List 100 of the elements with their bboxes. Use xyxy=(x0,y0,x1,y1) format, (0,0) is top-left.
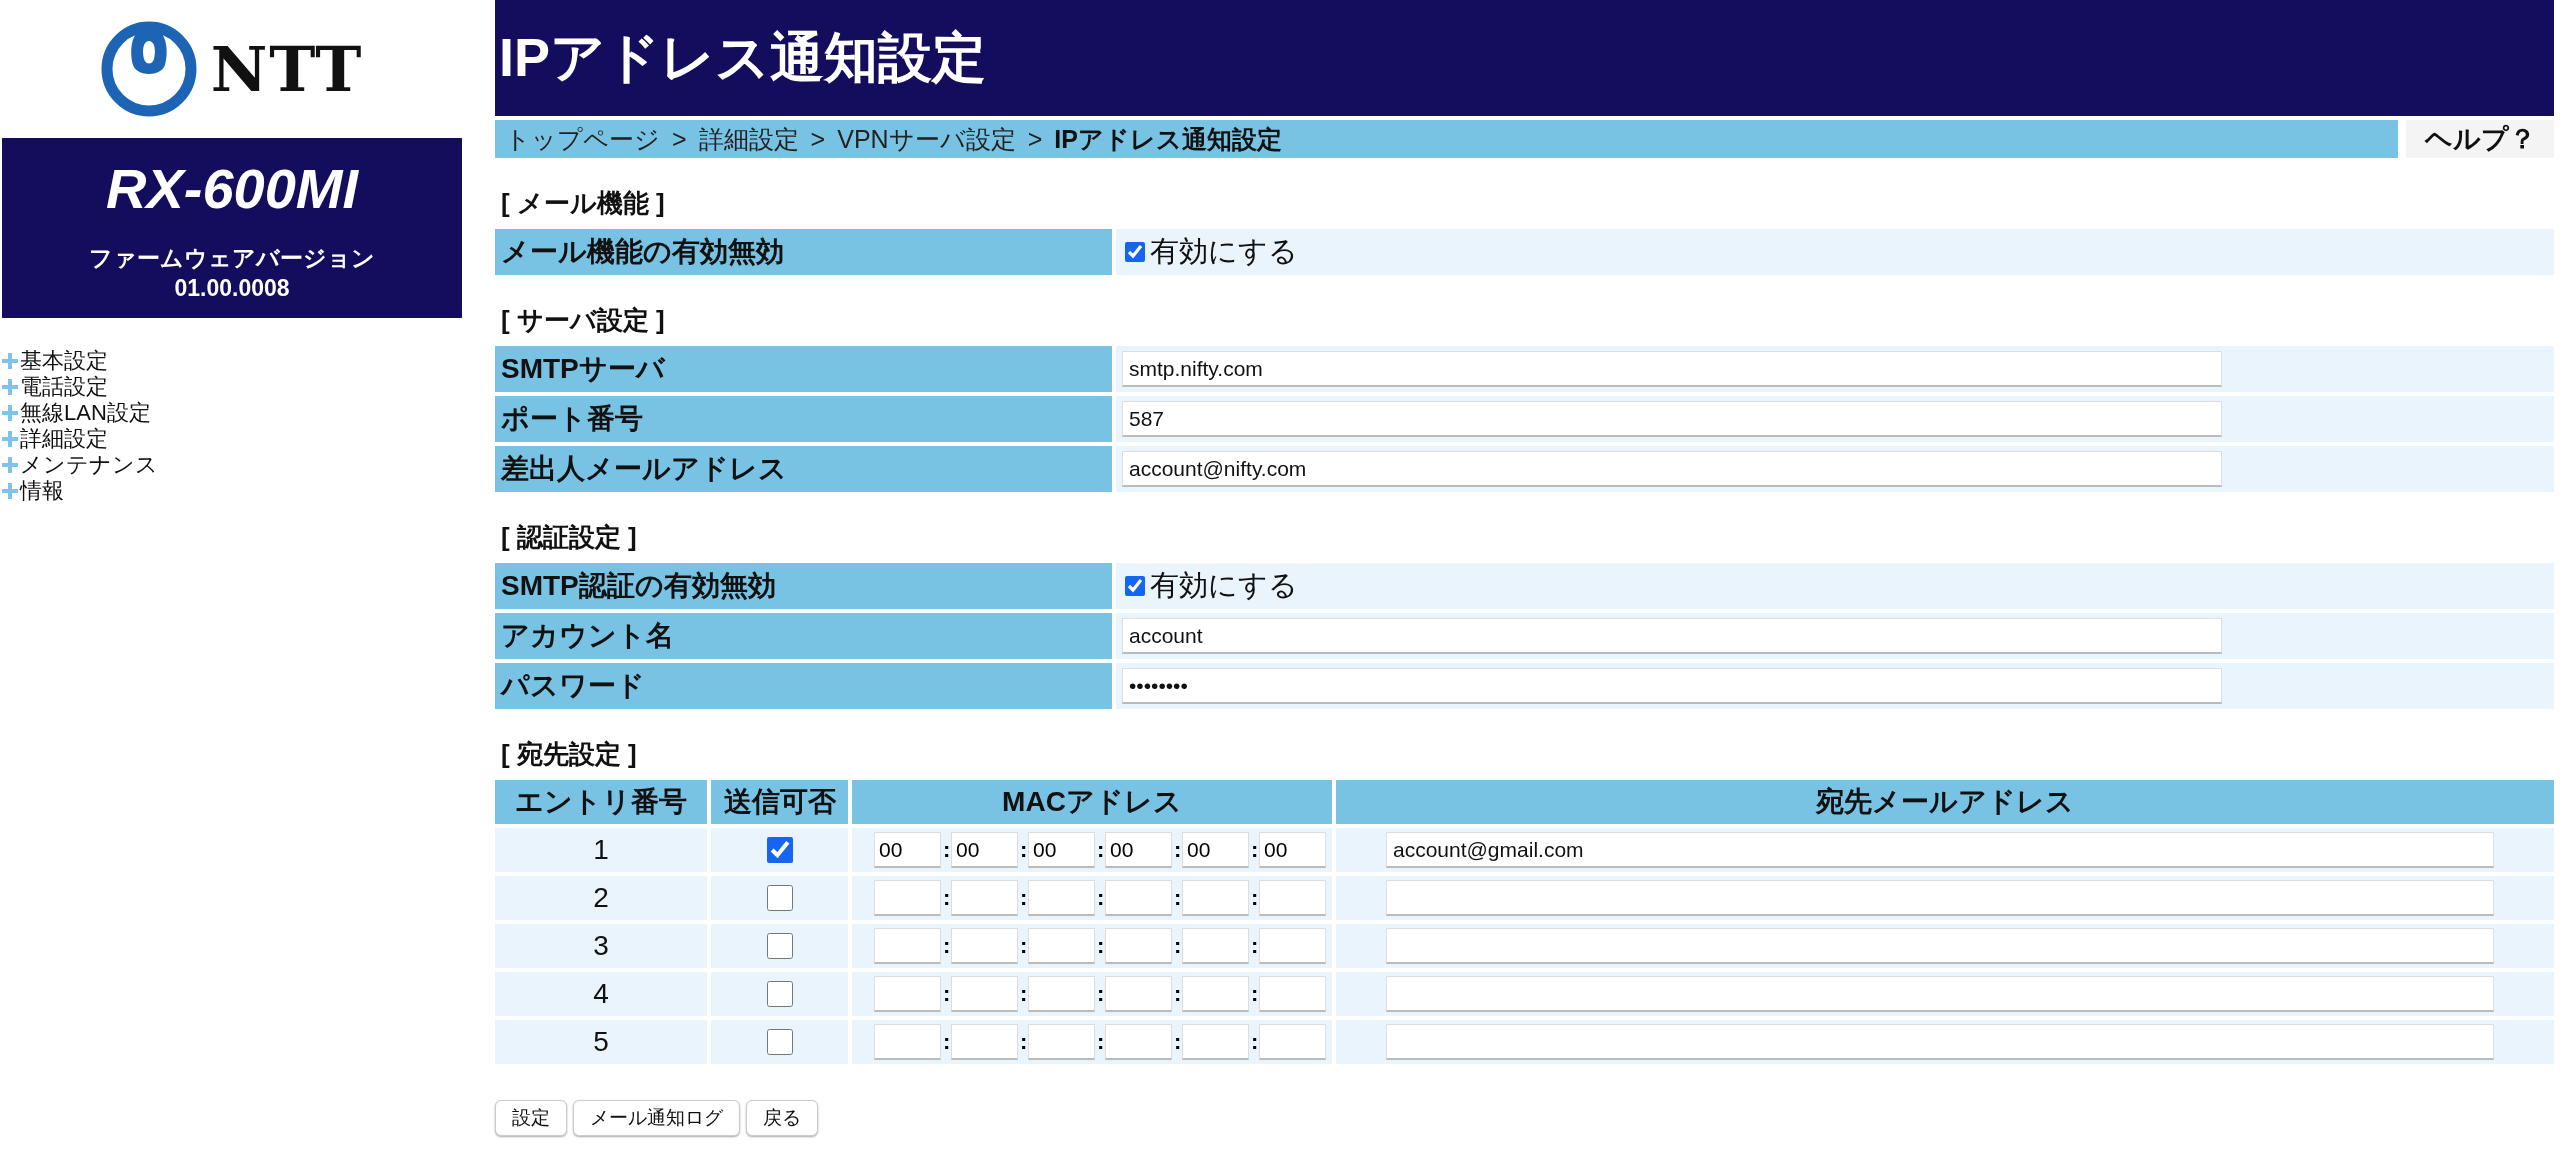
column-header: 送信可否 xyxy=(711,780,848,824)
mac-separator: : xyxy=(1251,981,1257,1007)
section-heading: [ メール機能 ] xyxy=(501,187,666,220)
mac-octet-field[interactable] xyxy=(951,928,1018,964)
mac-octet-field[interactable] xyxy=(874,976,941,1012)
mac-octet-field[interactable] xyxy=(874,928,941,964)
breadcrumb-separator: > xyxy=(810,124,826,154)
mac-octet-field[interactable] xyxy=(1182,880,1249,916)
checkbox-label: 有効にする xyxy=(1150,568,1298,603)
breadcrumb-separator: > xyxy=(1027,124,1043,154)
mac-separator: : xyxy=(1097,1029,1103,1055)
mac-octet-field[interactable] xyxy=(1105,976,1172,1012)
action-button[interactable]: 戻る xyxy=(746,1100,818,1136)
email-field[interactable] xyxy=(1386,1024,2494,1060)
mac-separator: : xyxy=(1251,837,1257,863)
section-heading: [ 宛先設定 ] xyxy=(501,738,638,771)
mac-octet-field[interactable] xyxy=(874,1024,941,1060)
mac-octet-field[interactable] xyxy=(951,976,1018,1012)
entry-number: 3 xyxy=(495,924,707,968)
mac-octet-field[interactable] xyxy=(1182,976,1249,1012)
help-link[interactable]: ヘルプ？ xyxy=(2406,120,2554,158)
email-field[interactable] xyxy=(1386,976,2494,1012)
sidebar-item[interactable]: 電話設定 xyxy=(2,374,462,400)
sidebar-item[interactable]: メンテナンス xyxy=(2,452,462,478)
mac-octet-field[interactable]: 00 xyxy=(951,832,1018,868)
mac-octet-field[interactable]: 00 xyxy=(1182,832,1249,868)
email-field[interactable] xyxy=(1386,928,2494,964)
email-field[interactable]: account@gmail.com xyxy=(1386,832,2494,868)
mac-separator: : xyxy=(1251,885,1257,911)
mac-octet-field[interactable] xyxy=(1105,1024,1172,1060)
text-field[interactable]: 587 xyxy=(1122,401,2222,437)
mac-octet-field[interactable] xyxy=(1259,928,1326,964)
mac-octet-field[interactable] xyxy=(951,1024,1018,1060)
field-label: SMTP認証の有効無効 xyxy=(495,563,1112,609)
action-button[interactable]: メール通知ログ xyxy=(573,1100,740,1136)
mac-octet-field[interactable] xyxy=(1028,1024,1095,1060)
mac-separator: : xyxy=(943,981,949,1007)
mac-octet-field[interactable] xyxy=(1259,1024,1326,1060)
send-checkbox[interactable] xyxy=(766,933,793,959)
mac-separator: : xyxy=(1020,981,1026,1007)
mac-octet-field[interactable] xyxy=(1028,880,1095,916)
send-checkbox[interactable] xyxy=(766,885,793,911)
firmware-version: 01.00.0008 xyxy=(173,274,291,303)
breadcrumb-separator: > xyxy=(672,124,687,154)
field-label: ポート番号 xyxy=(495,396,1112,442)
field-label: パスワード xyxy=(495,663,1112,709)
action-button[interactable]: 設定 xyxy=(495,1100,567,1136)
send-checkbox[interactable] xyxy=(766,837,793,863)
mac-separator: : xyxy=(1020,1029,1026,1055)
plus-icon xyxy=(2,431,18,447)
text-field[interactable]: account xyxy=(1122,618,2222,654)
breadcrumb-link[interactable]: VPNサーバ設定 xyxy=(837,122,1016,156)
mac-octet-field[interactable] xyxy=(1105,928,1172,964)
send-checkbox[interactable] xyxy=(766,981,793,1007)
mac-separator: : xyxy=(1174,885,1180,911)
mac-separator: : xyxy=(943,1029,949,1055)
plus-icon xyxy=(2,405,18,421)
enable-checkbox[interactable] xyxy=(1125,576,1145,596)
mac-octet-field[interactable] xyxy=(1182,1024,1249,1060)
section-heading: [ サーバ設定 ] xyxy=(501,304,666,337)
mac-octet-field[interactable] xyxy=(1028,928,1095,964)
field-label: メール機能の有効無効 xyxy=(495,229,1112,275)
breadcrumb-link[interactable]: トップページ xyxy=(505,122,660,156)
mac-separator: : xyxy=(1020,933,1026,959)
password-field[interactable]: •••••••• xyxy=(1122,668,2222,704)
field-label: 差出人メールアドレス xyxy=(495,446,1112,492)
mac-octet-field[interactable] xyxy=(1259,880,1326,916)
mac-octet-field[interactable] xyxy=(1182,928,1249,964)
mac-octet-field[interactable]: 00 xyxy=(1259,832,1326,868)
sidebar-item[interactable]: 情報 xyxy=(2,478,462,504)
mac-octet-field[interactable] xyxy=(1105,880,1172,916)
section-heading: [ 認証設定 ] xyxy=(501,521,638,554)
email-field[interactable] xyxy=(1386,880,2494,916)
checkbox-label: 有効にする xyxy=(1150,234,1298,269)
text-field[interactable]: account@nifty.com xyxy=(1122,451,2222,487)
text-field[interactable]: smtp.nifty.com xyxy=(1122,351,2222,387)
mac-octet-field[interactable] xyxy=(874,880,941,916)
column-header: MACアドレス xyxy=(852,780,1332,824)
breadcrumb-current: IPアドレス通知設定 xyxy=(1054,123,1282,155)
sidebar-item[interactable]: 詳細設定 xyxy=(2,426,462,452)
breadcrumb-link[interactable]: 詳細設定 xyxy=(698,122,799,156)
sidebar-item[interactable]: 無線LAN設定 xyxy=(2,400,462,426)
mac-octet-field[interactable]: 00 xyxy=(874,832,941,868)
mac-octet-field[interactable]: 00 xyxy=(1028,832,1095,868)
mac-octet-field[interactable]: 00 xyxy=(1105,832,1172,868)
enable-checkbox[interactable] xyxy=(1125,242,1145,262)
plus-icon xyxy=(2,353,18,369)
mac-octet-field[interactable] xyxy=(1259,976,1326,1012)
column-header: 宛先メールアドレス xyxy=(1336,780,2554,824)
plus-icon xyxy=(2,457,18,473)
mac-octet-field[interactable] xyxy=(951,880,1018,916)
logo-icon xyxy=(100,21,197,117)
sidebar-item[interactable]: 基本設定 xyxy=(2,348,462,374)
mac-separator: : xyxy=(1174,837,1180,863)
column-header: エントリ番号 xyxy=(495,780,707,824)
send-checkbox[interactable] xyxy=(766,1029,793,1055)
page-title: IPアドレス通知設定 xyxy=(499,25,987,89)
mac-separator: : xyxy=(1020,837,1026,863)
mac-separator: : xyxy=(1251,933,1257,959)
mac-octet-field[interactable] xyxy=(1028,976,1095,1012)
